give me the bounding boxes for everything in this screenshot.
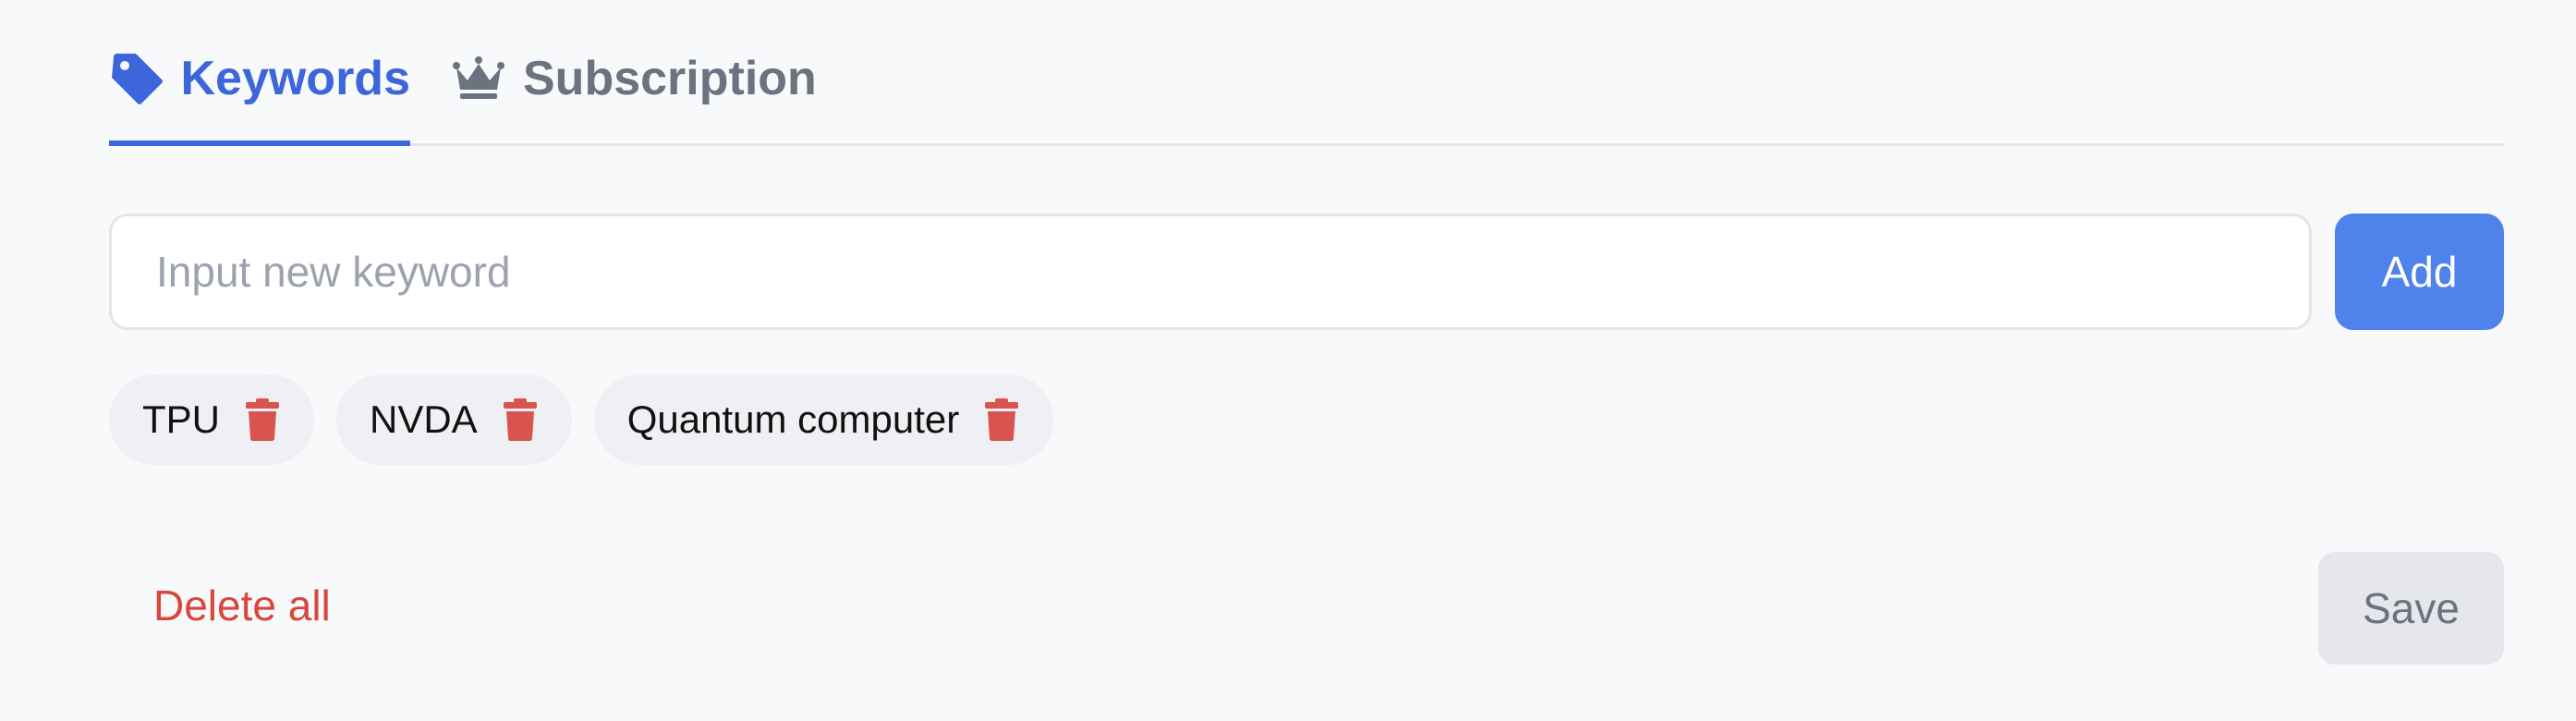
tab-keywords[interactable]: Keywords	[109, 46, 410, 146]
save-button[interactable]: Save	[2318, 552, 2504, 665]
tab-bar: Keywords Subscription	[109, 0, 2504, 146]
tag-icon	[109, 46, 164, 111]
keyword-chip-label: TPU	[142, 397, 220, 441]
crown-icon	[451, 46, 506, 111]
keyword-chip-label: NVDA	[370, 397, 478, 441]
delete-all-button[interactable]: Delete all	[153, 580, 331, 630]
tab-keywords-label: Keywords	[180, 52, 410, 105]
keyword-chip: Quantum computer	[593, 374, 1054, 465]
tab-subscription[interactable]: Subscription	[451, 46, 817, 146]
keyword-list: TPU NVDA Quantum computer	[109, 374, 1054, 465]
add-button[interactable]: Add	[2335, 214, 2504, 330]
keyword-input[interactable]	[109, 214, 2312, 330]
keyword-chip: NVDA	[336, 374, 572, 465]
keyword-chip-label: Quantum computer	[626, 397, 960, 441]
trash-icon[interactable]	[244, 397, 281, 442]
trash-icon[interactable]	[502, 397, 539, 442]
tab-subscription-label: Subscription	[523, 52, 817, 105]
trash-icon[interactable]	[983, 397, 1020, 442]
keyword-chip: TPU	[109, 374, 314, 465]
